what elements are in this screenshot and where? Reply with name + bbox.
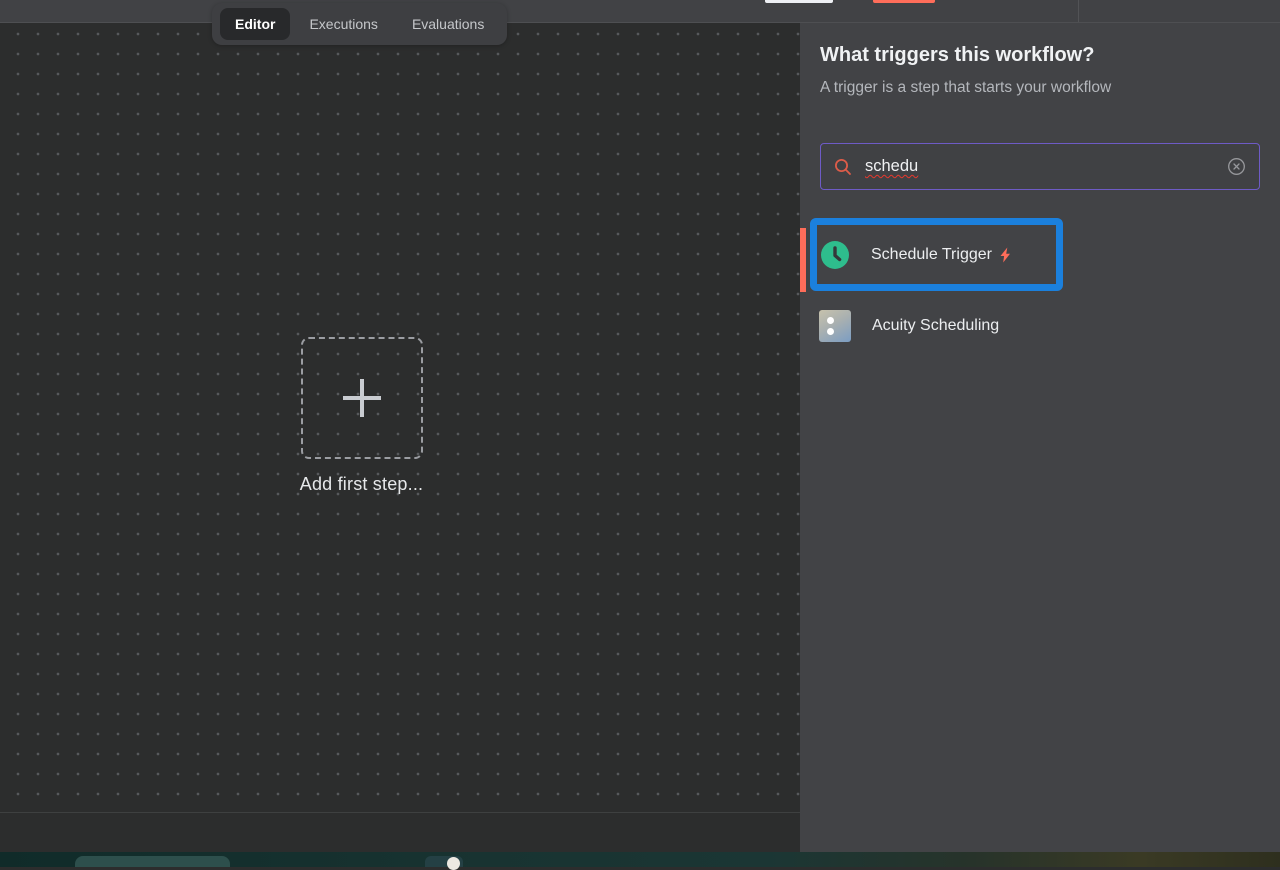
tab-executions[interactable]: Executions [294,8,392,40]
trigger-bolt-icon [999,247,1011,263]
selection-highlight-box: Schedule Trigger [810,218,1063,291]
cropped-toolbar-button[interactable] [765,0,833,3]
top-header-bar [0,0,1280,23]
clock-icon [821,241,849,269]
list-item-schedule-trigger[interactable]: Schedule Trigger [817,225,1056,284]
plus-icon [339,375,385,421]
list-item-label: Acuity Scheduling [872,317,999,335]
trigger-panel: What triggers this workflow? A trigger i… [800,23,1280,852]
acuity-scheduling-icon [819,310,851,342]
add-first-step-label: Add first step... [289,474,434,495]
search-input[interactable]: schedu [820,143,1260,190]
header-divider [1078,0,1079,22]
background-pill [75,856,230,867]
view-tabs: Editor Executions Evaluations [212,3,507,45]
clear-search-button[interactable] [1227,157,1246,176]
canvas-footer-divider [0,812,800,813]
active-item-accent-bar [800,228,806,292]
add-first-step-button[interactable] [301,337,423,459]
cropped-save-button[interactable] [873,0,935,3]
tab-evaluations[interactable]: Evaluations [397,8,499,40]
search-icon [834,158,852,176]
list-item-acuity-scheduling[interactable]: Acuity Scheduling [810,304,1260,348]
workflow-canvas[interactable]: Add first step... [0,23,800,852]
background-circle [447,857,460,870]
panel-title: What triggers this workflow? [820,44,1094,67]
search-input-value: schedu [865,157,918,176]
panel-subtitle: A trigger is a step that starts your wor… [820,79,1111,97]
tab-editor[interactable]: Editor [220,8,290,40]
background-window-strip [0,852,1280,867]
list-item-label: Schedule Trigger [871,246,992,264]
add-first-step: Add first step... [289,337,434,495]
